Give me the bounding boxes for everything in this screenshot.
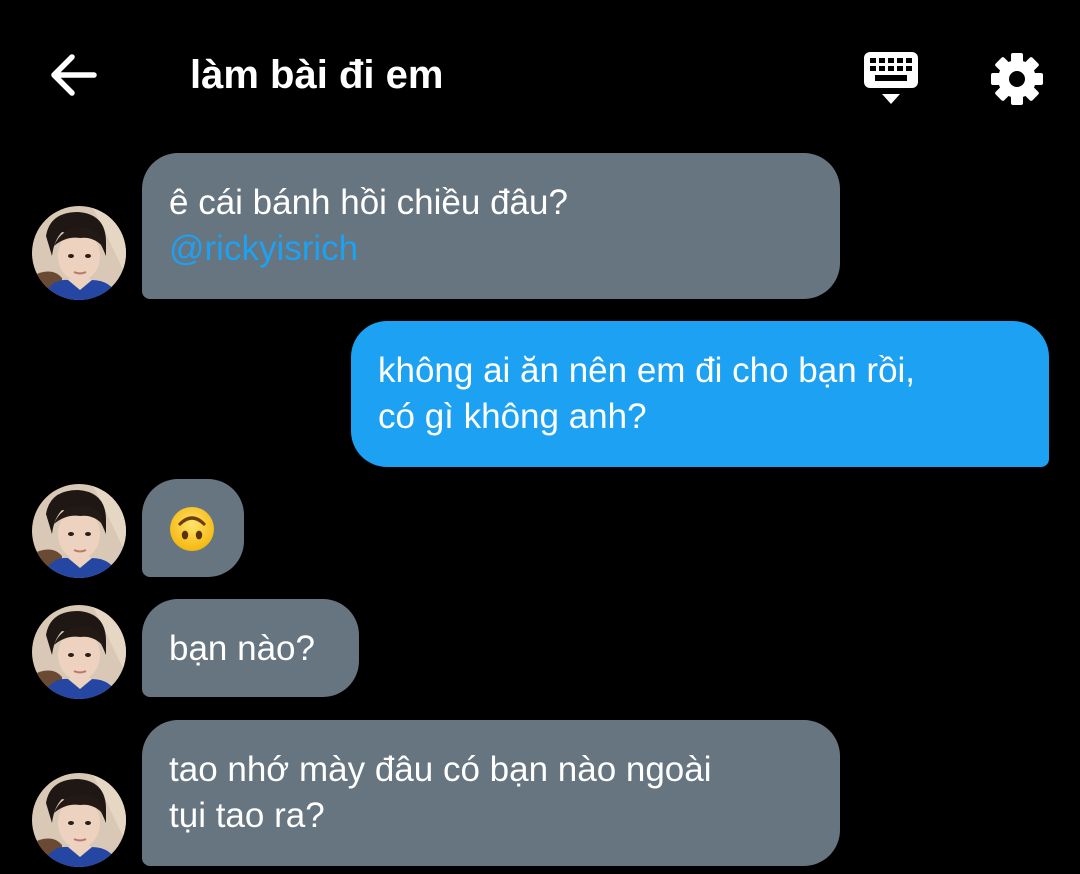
profile-photo: [32, 773, 126, 867]
conversation-title: làm bài đi em: [190, 53, 444, 97]
message-text: tao nhớ mày đâu có bạn nào ngoài: [169, 750, 712, 789]
avatar[interactable]: [32, 484, 126, 578]
avatar[interactable]: [32, 773, 126, 867]
keyboard-button[interactable]: [858, 48, 924, 110]
message-bubble-outgoing[interactable]: không ai ăn nên em đi cho bạn rồi, có gì…: [351, 321, 1049, 467]
profile-photo: [32, 484, 126, 578]
upside-down-face-emoji: [169, 506, 215, 552]
message-text: có gì không anh?: [378, 397, 647, 436]
message-text: bạn nào?: [169, 629, 315, 668]
back-button[interactable]: [44, 45, 104, 105]
message-text: ê cái bánh hồi chiều đâu?: [169, 183, 568, 222]
profile-photo: [32, 605, 126, 699]
message-text: tụi tao ra?: [169, 796, 325, 835]
avatar[interactable]: [32, 605, 126, 699]
message-bubble-incoming[interactable]: bạn nào?: [142, 599, 359, 697]
message-text: không ai ăn nên em đi cho bạn rồi,: [378, 351, 916, 390]
message-bubble-incoming[interactable]: ê cái bánh hồi chiều đâu? @rickyisrich: [142, 153, 840, 299]
gear-icon: [991, 53, 1043, 105]
arrow-left-icon: [51, 54, 97, 96]
settings-button[interactable]: [986, 48, 1048, 110]
keyboard-icon: [864, 52, 918, 104]
avatar[interactable]: [32, 206, 126, 300]
mention-link[interactable]: @rickyisrich: [169, 226, 814, 272]
chat-header: làm bài đi em: [0, 0, 1080, 150]
profile-photo: [32, 206, 126, 300]
message-bubble-incoming[interactable]: tao nhớ mày đâu có bạn nào ngoài tụi tao…: [142, 720, 840, 866]
message-bubble-incoming[interactable]: [142, 479, 244, 577]
